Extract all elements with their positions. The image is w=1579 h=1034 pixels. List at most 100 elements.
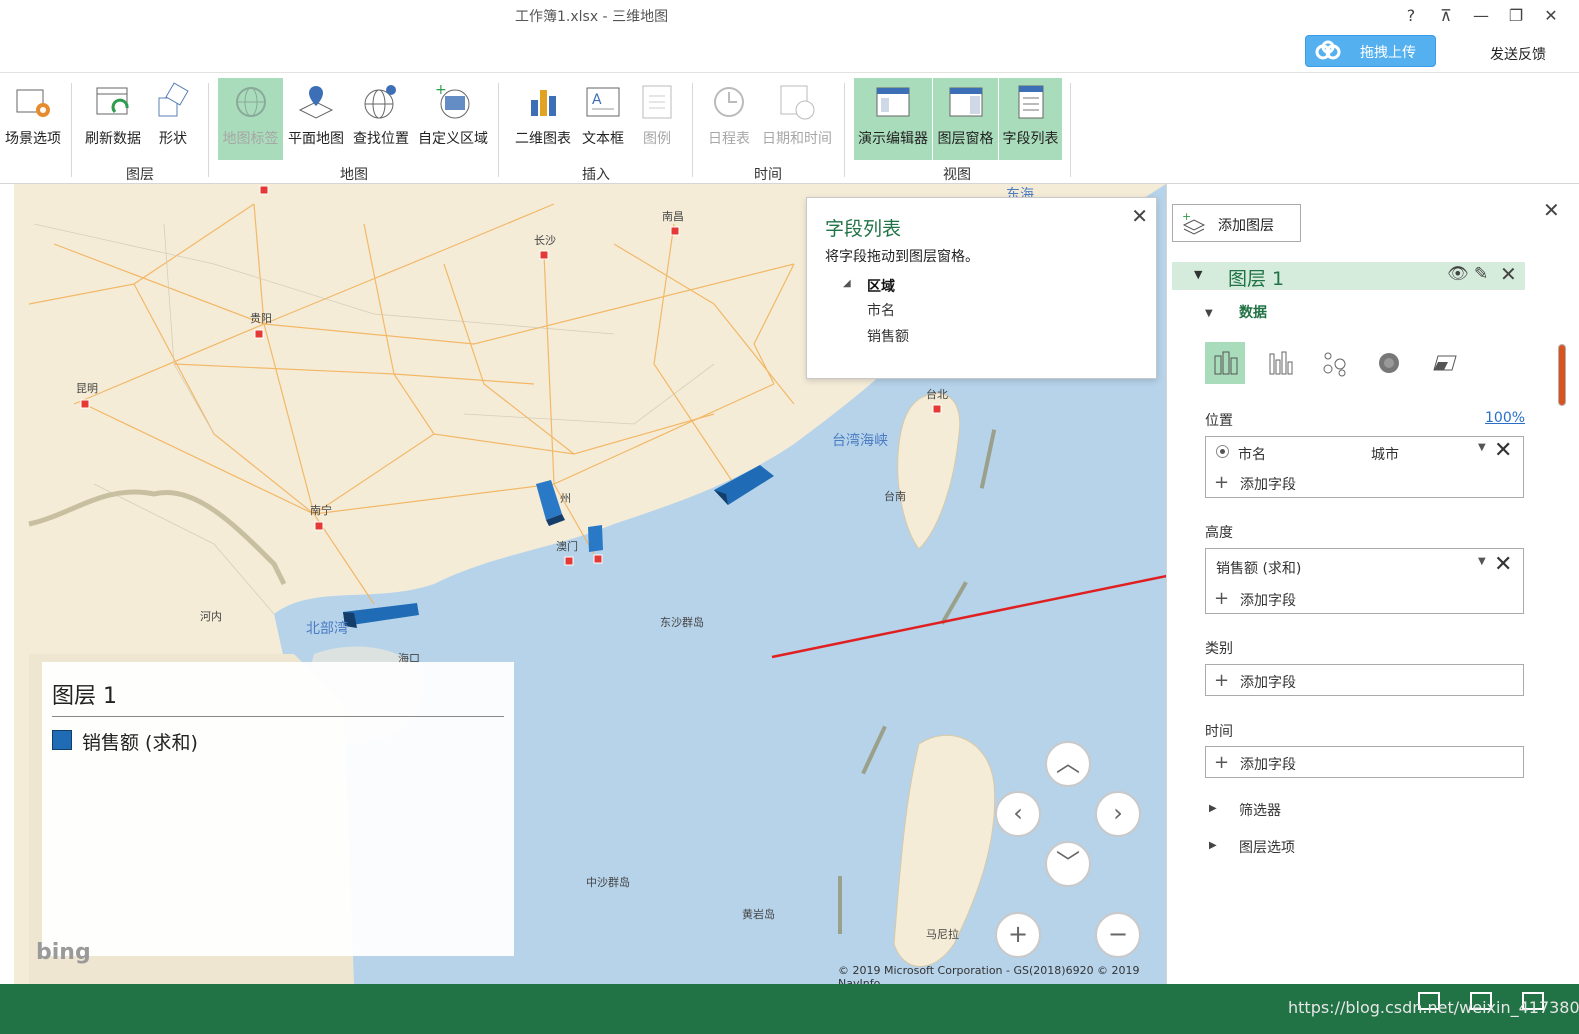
timeline-button[interactable]: 日程表: [704, 78, 754, 160]
scrollbar-thumb[interactable]: [1558, 344, 1566, 406]
tilt-up-button[interactable]: ︿: [1045, 741, 1091, 787]
refresh-data-icon: [96, 87, 129, 115]
ribbon-display-icon[interactable]: ⊼: [1435, 6, 1457, 25]
height-field-well[interactable]: 销售额 (求和) ▼ ✕ + 添加字段: [1205, 548, 1524, 614]
map-island-label: 黄岩岛: [742, 908, 775, 921]
send-feedback-link[interactable]: 发送反馈: [1490, 44, 1546, 64]
position-field-row[interactable]: 市名 城市 ▼ ✕: [1206, 437, 1523, 467]
clustered-column-icon[interactable]: [1260, 342, 1300, 384]
map-city-label: 南宁: [310, 504, 332, 517]
plus-icon: +: [1214, 670, 1230, 691]
collapse-triangle-icon[interactable]: ◢: [843, 278, 851, 289]
textbox-button[interactable]: A 文本框: [578, 78, 628, 160]
zoom-out-button[interactable]: −: [1095, 912, 1141, 958]
geocode-confidence-link[interactable]: 100%: [1485, 410, 1525, 426]
heat-map-icon[interactable]: [1369, 342, 1409, 384]
field-list-button[interactable]: 字段列表: [999, 78, 1062, 160]
stacked-column-icon[interactable]: [1205, 342, 1245, 384]
minimize-icon[interactable]: —: [1470, 6, 1492, 25]
add-field-row[interactable]: + 添加字段: [1206, 467, 1523, 497]
map-labels-icon: [235, 87, 266, 117]
close-icon[interactable]: ✕: [1543, 198, 1560, 222]
add-layer-icon: +: [1182, 211, 1206, 235]
layer-pane: ✕ + 添加图层 ▼ 图层 1 👁 ✎ ✕ ▼ 数据 位置 100% 市名 城市: [1166, 184, 1579, 984]
data-section-label[interactable]: 数据: [1239, 302, 1267, 322]
find-location-button[interactable]: 查找位置: [349, 78, 413, 160]
rotate-right-button[interactable]: ›: [1095, 791, 1141, 837]
map-legend[interactable]: 图层 1 销售额 (求和): [42, 662, 514, 956]
group-label-layer: 图层: [126, 167, 154, 183]
bubble-icon[interactable]: [1315, 342, 1355, 384]
map-city-label: 河内: [200, 610, 222, 623]
field-item-sales[interactable]: 销售额: [867, 326, 909, 346]
rotate-left-button[interactable]: ‹: [995, 791, 1041, 837]
upload-button[interactable]: 拖拽上传: [1305, 35, 1436, 67]
region-icon[interactable]: [1424, 342, 1464, 384]
2d-chart-icon: [531, 90, 556, 116]
position-field-type[interactable]: 城市: [1371, 444, 1399, 464]
refresh-data-button[interactable]: 刷新数据: [80, 78, 146, 160]
eye-icon[interactable]: 👁: [1447, 264, 1469, 284]
legend-swatch: [52, 730, 72, 750]
position-field-well[interactable]: 市名 城市 ▼ ✕ + 添加字段: [1205, 436, 1524, 498]
map-city-label: 马尼拉: [926, 928, 959, 941]
shapes-button[interactable]: 形状: [150, 78, 196, 160]
legend-divider: [52, 716, 504, 717]
chevron-down-icon[interactable]: ▼: [1478, 442, 1486, 453]
tour-editor-button[interactable]: 演示编辑器: [854, 78, 932, 160]
collapse-triangle-icon[interactable]: ▼: [1205, 308, 1213, 319]
scene-options-icon: [16, 89, 50, 117]
flat-map-button[interactable]: 平面地图: [284, 78, 348, 160]
delete-layer-icon[interactable]: ✕: [1500, 262, 1517, 286]
map-city-label: 长沙: [534, 234, 556, 247]
field-item-city[interactable]: 市名: [867, 300, 895, 320]
legend-button[interactable]: 图例: [634, 78, 680, 160]
map-labels-button[interactable]: 地图标签: [218, 78, 283, 160]
add-field-row[interactable]: + 添加字段: [1206, 583, 1523, 613]
add-field-row[interactable]: + 添加字段: [1206, 665, 1523, 695]
window-title: 工作簿1.xlsx - 三维地图: [515, 9, 669, 25]
group-label-time: 时间: [754, 167, 782, 183]
help-icon[interactable]: ?: [1400, 6, 1422, 25]
remove-field-icon[interactable]: ✕: [1494, 552, 1512, 577]
layer-header[interactable]: ▼ 图层 1 👁 ✎ ✕: [1172, 262, 1525, 290]
chevron-down-icon[interactable]: ▼: [1478, 556, 1486, 567]
plus-icon: +: [1214, 752, 1230, 773]
category-field-well[interactable]: + 添加字段: [1205, 664, 1524, 696]
expand-triangle-icon[interactable]: ▶: [1209, 840, 1217, 851]
height-field-row[interactable]: 销售额 (求和) ▼ ✕: [1206, 551, 1523, 581]
map-city-label: 澳门: [556, 540, 578, 553]
add-layer-button[interactable]: + 添加图层: [1172, 204, 1301, 242]
add-field-row[interactable]: + 添加字段: [1206, 747, 1523, 777]
radio-button[interactable]: [1216, 445, 1229, 458]
field-group-region[interactable]: 区域: [867, 276, 895, 296]
close-window-icon[interactable]: ✕: [1540, 6, 1562, 25]
collapse-triangle-icon[interactable]: ▼: [1194, 268, 1202, 281]
textbox-icon: A: [586, 87, 620, 117]
restore-icon[interactable]: ❐: [1505, 6, 1527, 25]
time-field-well[interactable]: + 添加字段: [1205, 746, 1524, 778]
expand-triangle-icon[interactable]: ▶: [1209, 803, 1217, 814]
2d-chart-button[interactable]: 二维图表: [510, 78, 576, 160]
group-separator: [498, 83, 499, 177]
date-time-button[interactable]: 日期和时间: [758, 78, 836, 160]
svg-text:+: +: [1182, 211, 1191, 223]
scene-options-button[interactable]: 场景选项: [0, 78, 66, 160]
minus-icon: −: [1107, 920, 1129, 948]
custom-region-icon: +: [435, 82, 470, 119]
plus-icon: +: [1007, 920, 1029, 948]
pencil-icon[interactable]: ✎: [1474, 264, 1488, 284]
zoom-in-button[interactable]: +: [995, 912, 1041, 958]
svg-text:+: +: [435, 82, 447, 98]
close-icon[interactable]: ✕: [1131, 204, 1148, 228]
layer-pane-button[interactable]: 图层窗格: [933, 78, 998, 160]
custom-region-button[interactable]: + 自定义区域: [414, 78, 492, 160]
time-label: 时间: [1205, 724, 1233, 740]
flat-map-icon: [298, 86, 334, 119]
field-list-hint: 将字段拖动到图层窗格。: [825, 249, 979, 265]
group-separator: [844, 83, 845, 177]
tilt-down-button[interactable]: ﹀: [1045, 841, 1091, 887]
position-label: 位置: [1205, 413, 1233, 429]
shapes-icon: [158, 82, 189, 117]
remove-field-icon[interactable]: ✕: [1494, 438, 1512, 463]
